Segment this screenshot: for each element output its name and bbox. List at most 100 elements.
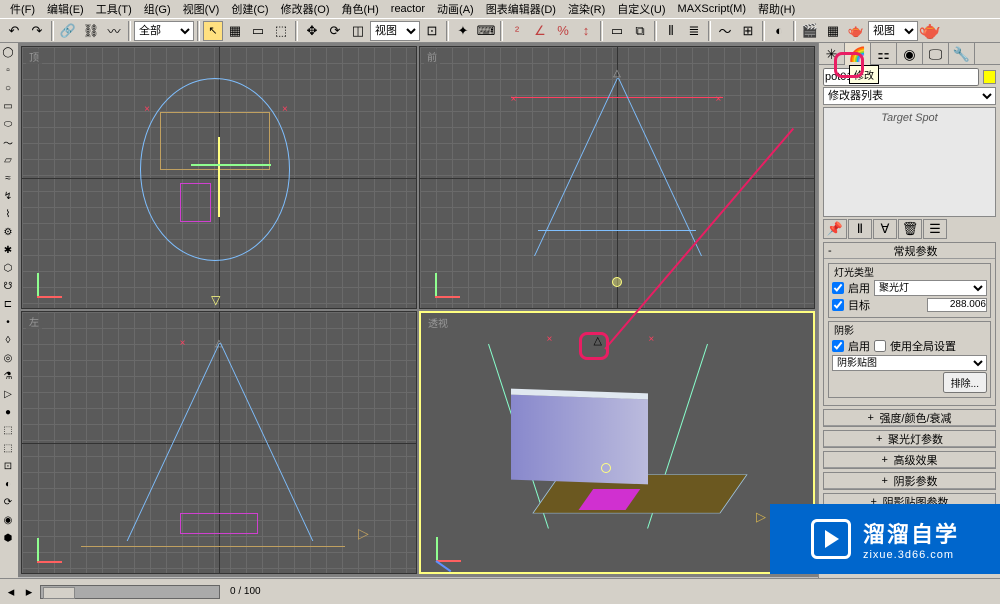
pivot-center-icon[interactable]: ⊡ (421, 20, 443, 42)
create-tab-icon[interactable]: ✳ (819, 43, 845, 65)
reactor-plane-icon[interactable]: ▭ (0, 97, 16, 115)
link-icon[interactable]: 🔗 (57, 20, 79, 42)
enable-checkbox[interactable] (832, 282, 844, 294)
reactor-water-icon[interactable]: ≈ (0, 169, 16, 187)
remove-modifier-icon[interactable]: 🗑 (898, 219, 922, 239)
snap-percent-icon[interactable]: % (552, 20, 574, 42)
reactor-toy-icon[interactable]: ✱ (0, 241, 16, 259)
reactor-wind-icon[interactable]: ↯ (0, 187, 16, 205)
target-checkbox[interactable] (832, 299, 844, 311)
schematic-view-icon[interactable]: ⊞ (737, 20, 759, 42)
reactor-create-anim-icon[interactable]: ● (0, 403, 16, 421)
align-icon[interactable]: ⫴ (660, 20, 682, 42)
select-region-icon[interactable]: ▭ (247, 20, 269, 42)
scale-tool-icon[interactable]: ◫ (347, 20, 369, 42)
mirror-icon[interactable]: ⧉ (629, 20, 651, 42)
menu-help[interactable]: 帮助(H) (752, 0, 801, 19)
reactor-motor-icon[interactable]: ⚙ (0, 223, 16, 241)
reactor-util3-icon[interactable]: ⊡ (0, 457, 16, 475)
modifier-list-dropdown[interactable]: 修改器列表 (823, 87, 996, 105)
viewport-perspective[interactable]: 透视 × × △ ▷ (419, 311, 815, 574)
exclude-button[interactable]: 排除... (943, 372, 987, 393)
keyboard-shortcut-icon[interactable]: ⌨ (475, 20, 497, 42)
menu-create[interactable]: 创建(C) (225, 0, 274, 19)
pin-stack-icon[interactable]: 📌 (823, 219, 847, 239)
redo-icon[interactable]: ↷ (26, 20, 48, 42)
make-unique-icon[interactable]: ∀ (873, 219, 897, 239)
spotlight-object[interactable]: △ (593, 334, 605, 346)
render-last-icon[interactable]: 🫖 (919, 20, 941, 42)
modifier-stack-item[interactable]: Target Spot (824, 108, 995, 128)
spinner-snap-icon[interactable]: ↕ (575, 20, 597, 42)
configure-sets-icon[interactable]: ☰ (923, 219, 947, 239)
menu-views[interactable]: 视图(V) (177, 0, 226, 19)
show-end-result-icon[interactable]: Ⅱ (848, 219, 872, 239)
reactor-util2-icon[interactable]: ⬚ (0, 439, 16, 457)
display-tab-icon[interactable]: 🖵 (923, 43, 949, 65)
select-by-name-icon[interactable]: ▦ (224, 20, 246, 42)
reactor-box-icon[interactable]: ▫ (0, 61, 16, 79)
snap-2d-icon[interactable]: ² (506, 20, 528, 42)
time-slider[interactable] (40, 585, 220, 599)
render-view-dropdown[interactable]: 视图 (868, 21, 918, 41)
viewport-front[interactable]: 前 × × △ (419, 46, 815, 309)
move-tool-icon[interactable]: ✥ (301, 20, 323, 42)
ref-coord-dropdown[interactable]: 视图 (370, 21, 420, 41)
reactor-util4-icon[interactable]: ◐ (0, 475, 16, 493)
reactor-point-icon[interactable]: • (0, 313, 16, 331)
menu-edit[interactable]: 编辑(E) (41, 0, 90, 19)
reactor-create-icon[interactable]: ◯ (0, 43, 16, 61)
menu-rendering[interactable]: 渲染(R) (562, 0, 611, 19)
reactor-hinge-icon[interactable]: ⊏ (0, 295, 16, 313)
menu-tools[interactable]: 工具(T) (90, 0, 138, 19)
shadow-enable-checkbox[interactable] (832, 340, 844, 352)
material-editor-icon[interactable]: ◐ (768, 20, 790, 42)
menu-maxscript[interactable]: MAXScript(M) (672, 1, 752, 17)
menu-animation[interactable]: 动画(A) (431, 0, 480, 19)
reactor-preview-icon[interactable]: ▷ (0, 385, 16, 403)
object-color-swatch[interactable] (983, 70, 996, 84)
unlink-icon[interactable]: ⛓ (80, 20, 102, 42)
reactor-analyze-icon[interactable]: ⚗ (0, 367, 16, 385)
menu-modifiers[interactable]: 修改器(O) (275, 0, 336, 19)
reactor-util7-icon[interactable]: ⬢ (0, 529, 16, 547)
reactor-util1-icon[interactable]: ⬚ (0, 421, 16, 439)
rollout-shadow-params[interactable]: +阴影参数 (824, 473, 995, 489)
named-selection-icon[interactable]: ▭ (606, 20, 628, 42)
motion-tab-icon[interactable]: ◉ (897, 43, 923, 65)
manipulate-icon[interactable]: ✦ (452, 20, 474, 42)
hierarchy-tab-icon[interactable]: ⚏ (871, 43, 897, 65)
light-type-dropdown[interactable]: 聚光灯 (874, 280, 987, 296)
reactor-cloth-icon[interactable]: ▱ (0, 151, 16, 169)
layers-icon[interactable]: ≣ (683, 20, 705, 42)
viewport-top[interactable]: 顶 × × (21, 46, 417, 309)
snap-angle-icon[interactable]: ∠ (529, 20, 551, 42)
render-scene-icon[interactable]: 🎬 (799, 20, 821, 42)
undo-icon[interactable]: ↶ (3, 20, 25, 42)
rollout-header[interactable]: -常规参数 (824, 243, 995, 259)
reactor-rope-icon[interactable]: 〜 (0, 133, 16, 151)
utilities-tab-icon[interactable]: 🔧 (949, 43, 975, 65)
quick-render-icon[interactable]: 🫖 (845, 20, 867, 42)
reactor-util5-icon[interactable]: ⟳ (0, 493, 16, 511)
reactor-carwheel-icon[interactable]: ◎ (0, 349, 16, 367)
bind-spacewarp-icon[interactable]: 〰 (103, 20, 125, 42)
render-type-icon[interactable]: ▦ (822, 20, 844, 42)
window-crossing-icon[interactable]: ⬚ (270, 20, 292, 42)
selection-filter-dropdown[interactable]: 全部 (134, 21, 194, 41)
rollout-advanced-effects[interactable]: +高级效果 (824, 452, 995, 468)
rollout-intensity[interactable]: +强度/颜色/衰减 (824, 410, 995, 426)
select-tool-icon[interactable]: ↖ (203, 21, 223, 41)
menu-file[interactable]: 件(F) (4, 0, 41, 19)
curve-editor-icon[interactable]: 〜 (714, 20, 736, 42)
menu-graph-editors[interactable]: 图表编辑器(D) (480, 0, 562, 19)
menu-character[interactable]: 角色(H) (336, 0, 385, 19)
menu-group[interactable]: 组(G) (138, 0, 177, 19)
shadow-type-dropdown[interactable]: 阴影贴图 (832, 355, 987, 371)
modify-tab-icon[interactable]: 🌈 (845, 43, 871, 65)
reactor-sphere-icon[interactable]: ○ (0, 79, 16, 97)
reactor-util6-icon[interactable]: ◉ (0, 511, 16, 529)
viewport-left[interactable]: 左 × △ ▷ (21, 311, 417, 574)
rotate-tool-icon[interactable]: ⟳ (324, 20, 346, 42)
reactor-spring-icon[interactable]: ⌇ (0, 205, 16, 223)
